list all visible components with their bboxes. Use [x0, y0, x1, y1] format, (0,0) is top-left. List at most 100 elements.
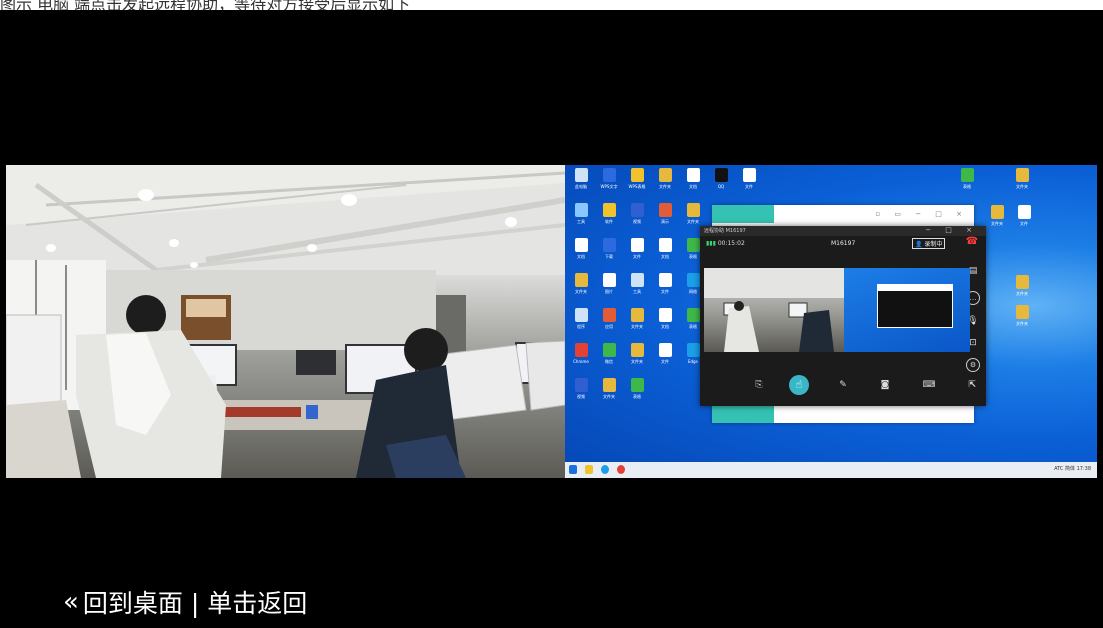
desktop-icon-glyph [658, 168, 672, 182]
call-window-controls[interactable]: − □ × [925, 226, 978, 234]
desktop-icon[interactable]: 文件夹 [653, 168, 677, 198]
desktop-icon-glyph [658, 238, 672, 252]
desktop-icon-label: 微信 [605, 359, 613, 364]
desktop-icon-label: 视频 [633, 219, 641, 224]
desktop-icon[interactable]: 文件夹 [1010, 305, 1034, 335]
desktop-icon-glyph [602, 273, 616, 287]
camera-feed [6, 165, 565, 478]
desktop-icon[interactable]: 此电脑 [569, 168, 593, 198]
desktop-icon[interactable]: WPS表格 [625, 168, 649, 198]
chrome-icon[interactable] [617, 465, 625, 474]
desktop-icon-glyph [574, 203, 588, 217]
top-caption-strip: 图示 电脑 端点击发起远程协助，等待对方接受后显示如下 [0, 0, 1103, 10]
desktop-icon-glyph [714, 168, 728, 182]
desktop-icon[interactable]: 图片 [597, 273, 621, 303]
desktop-icon-glyph [1015, 168, 1029, 182]
user-icon: 👤 [915, 241, 923, 248]
desktop-icon[interactable]: 文件夹 [597, 378, 621, 408]
desktop-icon-label: 软件 [605, 219, 613, 224]
remote-desktop-view[interactable]: 此电脑 WPS文字 WPS表格 文件夹 文档 QQ 文件 工具 软件 视频 演示 文件夹 文档 下载 文件文… [565, 165, 1097, 478]
desktop-icon-glyph [686, 203, 700, 217]
desktop-icon[interactable]: 下载 [597, 238, 621, 268]
desktop-icon[interactable]: WPS文字 [597, 168, 621, 198]
desktop-icon-glyph [602, 343, 616, 357]
desktop-icon-glyph [630, 273, 644, 287]
desktop-icon-glyph [602, 168, 616, 182]
file-transfer-icon[interactable]: ⎘ [752, 378, 766, 392]
pen-icon[interactable]: ✎ [836, 378, 850, 392]
return-hint[interactable]: « 回到桌面 | 单击返回 [63, 584, 307, 620]
desktop-icon-glyph [630, 238, 644, 252]
desktop-icon-glyph [574, 168, 588, 182]
desktop-icon-glyph [658, 308, 672, 322]
desktop-icon-label: 文件 [661, 359, 669, 364]
call-toolbar: ⎘ ☝ ✎ ◙ ⌨ ⇱ [700, 366, 986, 406]
desktop-icon-label: 文件 [661, 289, 669, 294]
desktop-icon-glyph [574, 308, 588, 322]
desktop-icon[interactable]: 文件 [737, 168, 761, 198]
desktop-icon[interactable]: 视频 [625, 203, 649, 233]
explorer-icon[interactable] [585, 465, 593, 474]
call-timer: ▮▮▮ 00:15:02 [706, 240, 745, 247]
desktop-icon-label: 此电脑 [575, 184, 587, 189]
desktop-icon[interactable]: 表格 [955, 168, 979, 198]
edge-icon[interactable] [601, 465, 609, 474]
return-hint-text: 回到桌面 | 单击返回 [82, 589, 308, 618]
desktop-icon[interactable]: 微信 [597, 343, 621, 373]
hang-up-icon[interactable]: ☎ [962, 236, 982, 248]
desktop-icon[interactable]: 文件夹 [569, 273, 593, 303]
desktop-icon-glyph [1017, 205, 1031, 219]
desktop-icon[interactable]: 文件夹 [1010, 168, 1034, 198]
desktop-icon[interactable]: 文件夹 [1010, 275, 1034, 305]
desktop-icon[interactable]: 应用 [597, 308, 621, 338]
desktop-icon-glyph [960, 168, 974, 182]
nested-call-preview [877, 284, 953, 328]
call-timer-text: 00:15:02 [717, 240, 745, 247]
system-tray[interactable]: ATC 简体 17:38 [1054, 465, 1091, 472]
desktop-icon-glyph [658, 343, 672, 357]
desktop-icon[interactable]: 文件夹 [985, 205, 1009, 235]
desktop-icon[interactable]: 工具 [625, 273, 649, 303]
desktop-icon-glyph [742, 168, 756, 182]
desktop-icon-label: 工具 [577, 219, 585, 224]
desktop-icon-glyph [658, 203, 672, 217]
remote-assist-call-window: 远程协助 M16197 − □ × ▮▮▮ 00:15:02 M16197 👤 … [700, 226, 986, 406]
pointer-icon[interactable]: ⇱ [965, 378, 979, 392]
desktop-icon[interactable]: 文档 [681, 168, 705, 198]
desktop-icon-glyph [686, 308, 700, 322]
desktop-icon[interactable]: 文件夹 [625, 308, 649, 338]
desktop-icon[interactable]: 文档 [653, 308, 677, 338]
desktop-icon[interactable]: 程序 [569, 308, 593, 338]
keyboard-icon[interactable]: ⌨ [922, 378, 936, 392]
desktop-icon[interactable]: 视频 [569, 378, 593, 408]
desktop-icon[interactable]: QQ [709, 168, 733, 198]
desktop-icon-label: 程序 [577, 324, 585, 329]
desktop-icon[interactable]: 软件 [597, 203, 621, 233]
desktop-icon-glyph [658, 273, 672, 287]
recording-badge: 👤 录制中 [912, 238, 946, 249]
desktop-icon[interactable]: 文件 [653, 343, 677, 373]
start-icon[interactable] [569, 465, 577, 474]
desktop-icon[interactable]: 文档 [569, 238, 593, 268]
desktop-icon-label: 文件夹 [687, 219, 699, 224]
desktop-icon[interactable]: 文件 [1012, 205, 1036, 235]
desktop-icon[interactable]: 演示 [653, 203, 677, 233]
desktop-icon-glyph [602, 308, 616, 322]
desktop-icon-label: 表格 [633, 394, 641, 399]
desktop-icon[interactable]: 文件 [653, 273, 677, 303]
desktop-icon-label: 表格 [963, 184, 971, 189]
desktop-icon-glyph [630, 168, 644, 182]
desktop-icon[interactable]: 文件夹 [625, 343, 649, 373]
desktop-icon[interactable]: Chrome [569, 343, 593, 373]
desktop-icon-glyph [574, 378, 588, 392]
browser-window-controls[interactable]: ▫ ▭ − □ × [875, 210, 968, 218]
remote-control-icon[interactable]: ☝ [789, 375, 809, 395]
desktop-icon-glyph [630, 343, 644, 357]
desktop-icon[interactable]: 表格 [625, 378, 649, 408]
desktop-icon[interactable]: 工具 [569, 203, 593, 233]
camera-icon[interactable]: ◙ [878, 378, 892, 392]
desktop-icon[interactable]: 文件 [625, 238, 649, 268]
double-chevron-left-icon[interactable]: « [63, 587, 79, 617]
desktop-icon[interactable]: 文档 [653, 238, 677, 268]
desktop-icon-label: 文件 [1020, 221, 1028, 226]
